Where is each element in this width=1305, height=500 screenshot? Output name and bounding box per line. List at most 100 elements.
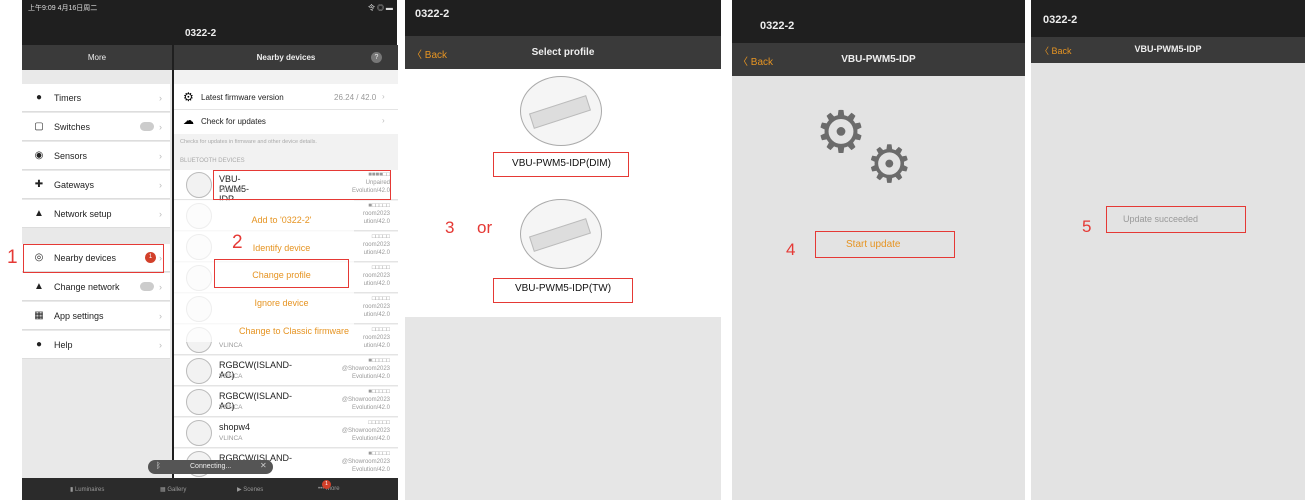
chevron-right-icon: › [159, 310, 162, 321]
info-icon: ● [35, 339, 43, 350]
status-time: 上午9:09 4月16日周二 [28, 5, 98, 12]
step-4-label: 4 [786, 240, 796, 259]
window-title: 0322-2 [1043, 14, 1078, 26]
change-profile-highlight [214, 259, 349, 288]
device-thumbnail-icon [186, 172, 212, 198]
bluetooth-icon: ᛒ [156, 461, 161, 470]
step-2-label: 2 [232, 232, 243, 253]
device-detail: Evolution/42.0 [351, 467, 390, 473]
window-title: 0322-2 [760, 20, 795, 32]
toggle-switch[interactable] [140, 282, 154, 291]
menu-item-label: Gateways [54, 179, 95, 190]
menu-item-label: App settings [54, 310, 104, 321]
menu-item-label: Help [54, 339, 73, 350]
menu-item-switches[interactable]: ▢ Switches › [22, 113, 170, 141]
device-thumbnail-icon [186, 420, 212, 446]
menu-item-label: Sensors [54, 150, 88, 161]
or-label: or [477, 218, 493, 237]
chevron-right-icon: › [159, 150, 162, 161]
step-3-label: 3 [445, 218, 455, 237]
signal-strength: □□□□□□ [368, 420, 390, 426]
chevron-right-icon: › [159, 208, 162, 219]
close-icon[interactable]: ✕ [260, 461, 267, 470]
network-icon: ▲ [34, 281, 44, 292]
gateway-icon: ✚ [34, 179, 44, 190]
device-detail: @Showroom2023 [341, 366, 390, 372]
menu-item-gateways[interactable]: ✚ Gateways › [22, 171, 170, 199]
page-title: VBU-PWM5-IDP [841, 54, 916, 65]
tab-scenes[interactable]: ▶ Scenes [237, 486, 263, 493]
device-detail: Evolution/42.0 [351, 405, 390, 411]
signal-strength: ■□□□□□ [368, 389, 390, 395]
device-detail: @Showroom2023 [341, 459, 390, 465]
profile-tw-highlight [493, 278, 633, 303]
tab-luminaires-label: Luminaires [74, 487, 105, 493]
step-5-label: 5 [1082, 217, 1092, 236]
device-vendor: VLINCA [219, 404, 243, 411]
window-title: 0322-2 [185, 28, 217, 39]
tab-scenes-label: Scenes [243, 487, 264, 493]
page-title: VBU-PWM5-IDP [1134, 44, 1202, 54]
firmware-value: 26.24 / 42.0 [334, 93, 377, 102]
menu-item-label: Network setup [54, 208, 112, 219]
menu-item-help[interactable]: ● Help › [22, 331, 170, 359]
tab-gallery[interactable]: ▦ Gallery [160, 486, 186, 493]
step-1-label: 1 [7, 247, 18, 268]
gears-icon-small: ⚙ [866, 136, 913, 194]
menu-item-change-network[interactable]: ▲ Change network › [22, 273, 170, 301]
cloud-icon: ☁ [183, 115, 194, 127]
lower-area [405, 317, 721, 500]
tab-luminaires[interactable]: ▮ Luminaires [70, 486, 104, 493]
device-detail: Evolution/42.0 [351, 374, 390, 380]
tab-more-badge: 1 [322, 480, 331, 489]
chevron-right-icon: › [382, 92, 385, 101]
window-title: 0322-2 [415, 8, 450, 20]
gears-icon: ⚙ [183, 90, 194, 104]
status-indicators: 令 ◎ ▬ [368, 5, 393, 12]
menu-item-label: Change network [54, 281, 120, 292]
check-updates-label: Check for updates [201, 117, 266, 126]
nearby-devices-highlight [23, 244, 164, 273]
action-4[interactable]: Ignore device [214, 298, 349, 308]
chevron-right-icon: › [382, 116, 385, 125]
update-result: Update succeeded [1106, 206, 1246, 233]
clock-icon: ● [35, 92, 43, 103]
network-icon: ▲ [34, 208, 44, 219]
signal-strength: ■□□□□□ [368, 451, 390, 457]
device-detail: ution/42.0 [363, 343, 390, 349]
settings-icon: ▦ [34, 310, 44, 321]
profile-dim-highlight [493, 152, 629, 177]
menu-item-label: Switches [54, 121, 91, 132]
chevron-right-icon: › [159, 339, 162, 350]
menu-item-app-settings[interactable]: ▦ App settings › [22, 302, 170, 330]
chevron-right-icon: › [159, 281, 162, 292]
device-vendor: VLINCA [219, 342, 243, 349]
page-title: Select profile [531, 47, 595, 58]
chevron-right-icon: › [159, 92, 162, 103]
start-update-button[interactable]: Start update [815, 231, 955, 258]
chevron-right-icon: › [159, 121, 162, 132]
toggle-switch[interactable] [140, 122, 154, 131]
tab-gallery-label: Gallery [167, 487, 187, 493]
content-area [1031, 63, 1305, 500]
switch-icon: ▢ [34, 121, 44, 132]
device-vendor: VLINCA [219, 373, 243, 380]
more-header-title: More [87, 53, 107, 62]
menu-item-sensors[interactable]: ◉ Sensors › [22, 142, 170, 170]
device-detail: Evolution/42.0 [351, 436, 390, 442]
menu-item-timers[interactable]: ● Timers › [22, 84, 170, 112]
device-name: shopw4 [219, 422, 251, 432]
action-5[interactable]: Change to Classic firmware [214, 326, 374, 336]
device-thumbnail-icon [186, 358, 212, 384]
menu-item-label: Timers [54, 92, 82, 103]
signal-strength: ■□□□□□ [368, 358, 390, 364]
menu-item-network-setup[interactable]: ▲ Network setup › [22, 200, 170, 228]
info-icon[interactable]: ? [371, 52, 382, 63]
check-updates-hint: Checks for updates in firmware and other… [180, 139, 317, 145]
sensor-icon: ◉ [34, 150, 44, 161]
device-thumbnail-icon [186, 389, 212, 415]
action-1[interactable]: Add to '0322-2' [214, 215, 349, 225]
device-detail: @Showroom2023 [341, 397, 390, 403]
device-highlight [213, 170, 391, 200]
device-vendor: VLINCA [219, 435, 243, 442]
